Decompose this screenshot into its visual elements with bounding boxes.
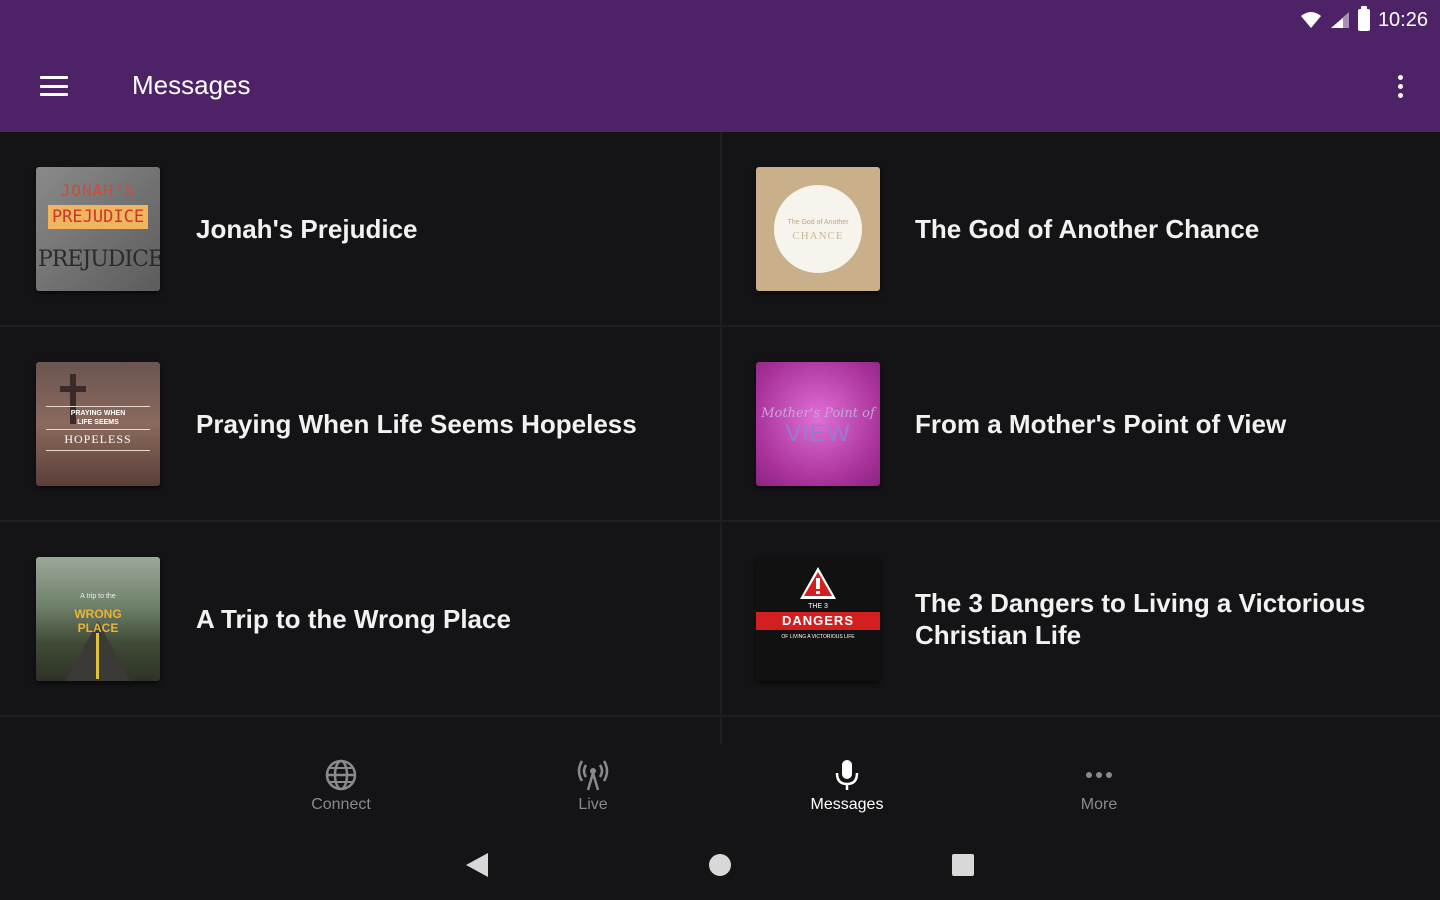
message-item[interactable]: THE 3 DANGERS OF LIVING A VICTORIOUS LIF… [722, 522, 1440, 715]
app-bar: Messages [0, 40, 1440, 132]
message-thumbnail: PRAYING WHEN LIFE SEEMS HOPELESS [36, 362, 160, 486]
home-icon [709, 854, 731, 876]
thumb-rule [46, 450, 150, 451]
microphone-icon [835, 760, 859, 790]
more-horizontal-icon [1086, 772, 1112, 778]
back-button[interactable] [462, 850, 492, 880]
page-title: Messages [132, 70, 251, 100]
overflow-menu-button[interactable] [1388, 68, 1412, 104]
road-line [96, 633, 99, 679]
thumb-text: LIFE SEEMS [77, 419, 119, 426]
message-thumbnail: THE 3 DANGERS OF LIVING A VICTORIOUS LIF… [756, 557, 880, 681]
thumb-text: PREJUDICES [38, 247, 160, 272]
system-navigation [0, 828, 1440, 900]
thumb-text: VIEW [785, 420, 851, 447]
signal-icon [1330, 12, 1349, 28]
thumb-text: JONAH'S [60, 181, 136, 200]
thumb-text: DANGERS [756, 612, 880, 630]
thumb-text: HOPELESS [64, 432, 132, 446]
more-vertical-icon [1397, 74, 1403, 80]
grid-row: A trip to the WRONG PLACE A Trip to the … [0, 522, 1440, 717]
status-time: 10:26 [1377, 8, 1428, 31]
wifi-icon [1300, 12, 1321, 28]
cross-bar [60, 386, 86, 392]
thumb-circle [774, 185, 862, 273]
thumb-text: CHANCE [792, 230, 844, 242]
bottom-navigation: Connect Live Messages More [0, 744, 1440, 828]
nav-label: Live [578, 796, 608, 813]
message-thumbnail: Mother's Point of VIEW [756, 362, 880, 486]
message-title: A Trip to the Wrong Place [196, 603, 511, 634]
message-title: From a Mother's Point of View [915, 408, 1287, 439]
battery-icon [1357, 6, 1370, 31]
thumb-text: PREJUDICE [48, 205, 148, 229]
message-thumbnail: A trip to the WRONG PLACE [36, 557, 160, 681]
thumb-text: The God of Another [787, 219, 849, 226]
message-item[interactable]: The God of Another CHANCE The God of Ano… [722, 132, 1440, 325]
recents-icon [952, 854, 974, 876]
nav-connect[interactable]: Connect [281, 758, 401, 824]
message-item[interactable]: A trip to the WRONG PLACE A Trip to the … [0, 522, 720, 715]
message-thumbnail: JONAH'S PREJUDICE PREJUDICES [36, 167, 160, 291]
broadcast-icon [577, 760, 609, 791]
message-title: Praying When Life Seems Hopeless [196, 408, 637, 439]
thumb-text: Mother's Point of [761, 406, 875, 421]
message-title: Jonah's Prejudice [196, 213, 418, 244]
thumb-rule [46, 406, 150, 407]
message-title: The God of Another Chance [915, 213, 1260, 244]
nav-label: Connect [311, 796, 371, 813]
thumb-text: PRAYING WHEN [70, 410, 126, 417]
grid-row: PRAYING WHEN LIFE SEEMS HOPELESS Praying… [0, 327, 1440, 522]
recents-button[interactable] [948, 850, 978, 880]
nav-more[interactable]: More [1039, 758, 1159, 824]
back-icon [466, 853, 488, 877]
thumb-text: THE 3 [808, 603, 828, 610]
nav-messages[interactable]: Messages [787, 758, 907, 824]
thumb-text: WRONG [74, 607, 122, 621]
thumb-text: A trip to the [80, 593, 116, 600]
nav-label: More [1080, 796, 1118, 813]
warning-icon [800, 567, 836, 599]
thumb-text: OF LIVING A VICTORIOUS LIFE [781, 634, 855, 640]
message-item[interactable]: JONAH'S PREJUDICE PREJUDICES Jonah's Pre… [0, 132, 720, 325]
status-bar: 10:26 [0, 0, 1440, 40]
home-button[interactable] [705, 850, 735, 880]
message-item[interactable]: Mother's Point of VIEW From a Mother's P… [722, 327, 1440, 520]
thumb-rule [46, 429, 150, 430]
globe-icon [325, 759, 357, 791]
message-title: The 3 Dangers to Living a Victorious Chr… [915, 587, 1366, 650]
nav-live[interactable]: Live [533, 758, 653, 824]
thumb-text: PLACE [77, 621, 119, 635]
menu-button[interactable] [26, 66, 82, 106]
message-grid: JONAH'S PREJUDICE PREJUDICES Jonah's Pre… [0, 132, 1440, 744]
message-thumbnail: The God of Another CHANCE [756, 167, 880, 291]
message-item[interactable]: PRAYING WHEN LIFE SEEMS HOPELESS Praying… [0, 327, 720, 520]
grid-row: JONAH'S PREJUDICE PREJUDICES Jonah's Pre… [0, 132, 1440, 327]
nav-label: Messages [810, 796, 884, 813]
hamburger-icon [40, 76, 68, 96]
status-icons: 10:26 [1300, 6, 1428, 34]
